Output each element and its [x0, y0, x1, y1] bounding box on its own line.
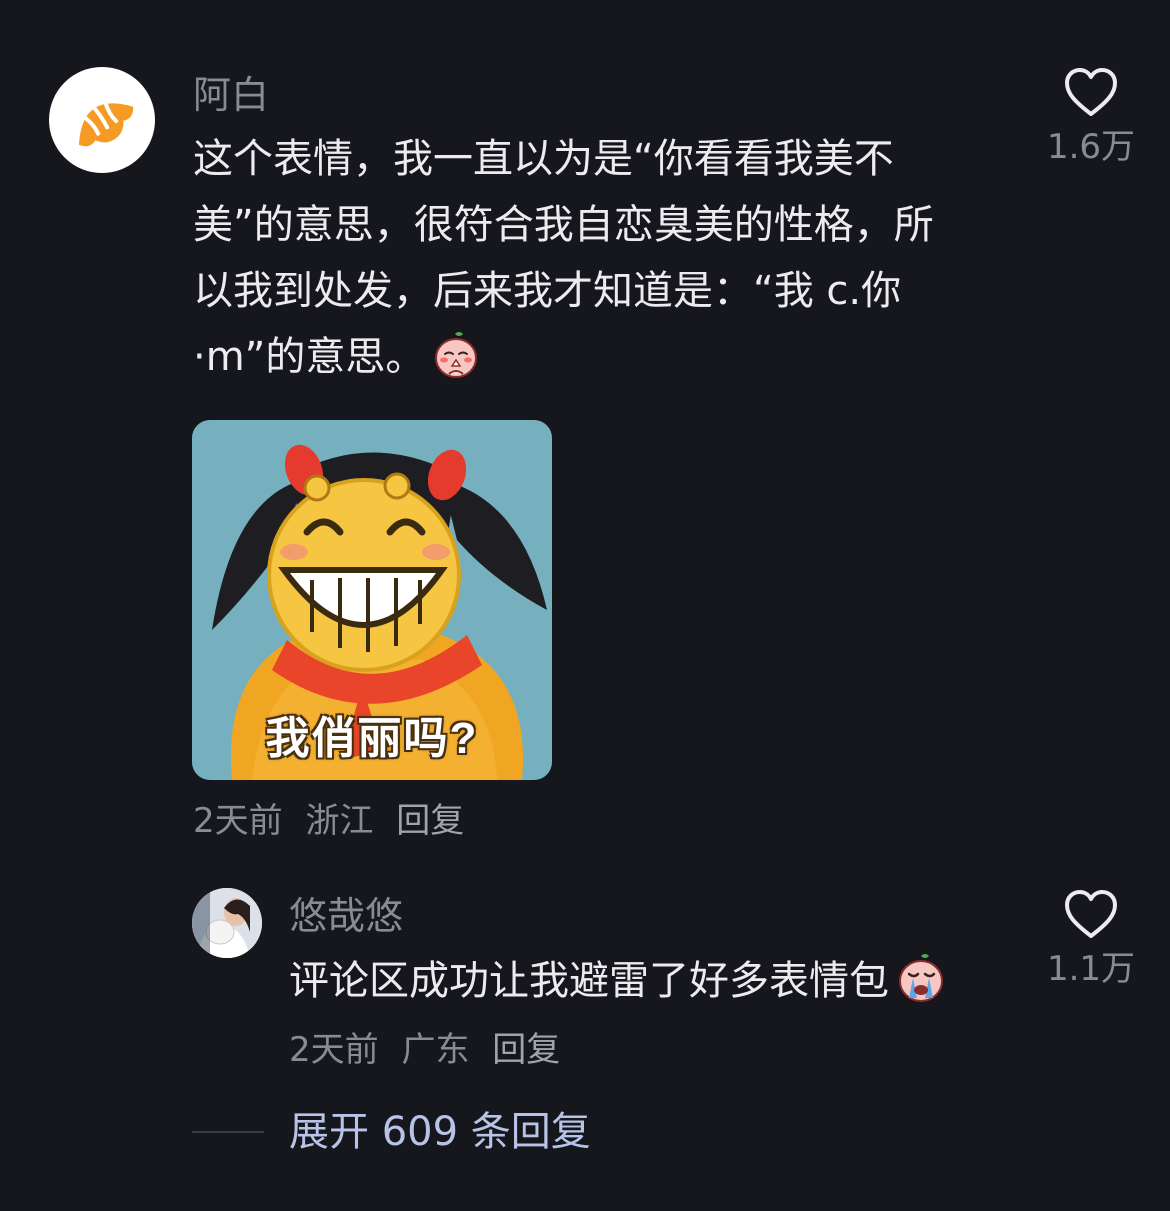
- reply-text: 评论区成功让我避雷了好多表情包: [289, 948, 1009, 1024]
- comment-line: 美”的意思，很符合我自恋臭美的性格，所: [193, 202, 934, 248]
- reply-like-count: 1.1万: [1046, 949, 1136, 989]
- comment-line: 以我到处发，后来我才知道是：“我 c.你: [193, 268, 902, 314]
- user-photo-avatar: [192, 888, 262, 958]
- sticker-caption: 我俏丽吗?: [265, 714, 479, 763]
- expand-replies-button[interactable]: 展开 609 条回复: [289, 1108, 591, 1156]
- reply-time: 2天前: [289, 1030, 379, 1070]
- commenter-avatar[interactable]: [49, 67, 155, 173]
- like-count: 1.6万: [1046, 127, 1136, 167]
- reply-location: 广东: [401, 1030, 470, 1070]
- comment-time: 2天前: [193, 801, 283, 841]
- comment-location: 浙江: [305, 801, 374, 841]
- commenter-username[interactable]: 阿白: [193, 72, 269, 118]
- comment-meta: 2天前 浙江 回复: [193, 800, 476, 842]
- crying-bun-emoji: [895, 952, 947, 1024]
- heart-icon: [1065, 68, 1117, 116]
- comment-line-text: ·m”的意思。: [193, 334, 426, 380]
- reply-meta: 2天前 广东 回复: [289, 1029, 572, 1071]
- reply-button[interactable]: 回复: [396, 801, 464, 841]
- like-button[interactable]: 1.6万: [1036, 68, 1146, 168]
- comment-line: 这个表情，我一直以为是“你看看我美不: [193, 136, 894, 182]
- reply-like-button[interactable]: 1.1万: [1036, 890, 1146, 990]
- meme-sticker-image[interactable]: 我俏丽吗?: [192, 420, 552, 780]
- heart-icon: [1065, 890, 1117, 938]
- expand-divider: [192, 1131, 264, 1133]
- reply-username[interactable]: 悠哉悠: [289, 893, 403, 939]
- comment-text: 这个表情，我一直以为是“你看看我美不 美”的意思，很符合我自恋臭美的性格，所 以…: [193, 126, 1003, 390]
- comment-line-last: ·m”的意思。: [193, 324, 1003, 390]
- praying-bun-emoji: [431, 330, 481, 400]
- reply-text-content: 评论区成功让我避雷了好多表情包: [289, 958, 889, 1004]
- reply-avatar[interactable]: [192, 888, 262, 958]
- comment-thread: 阿白 这个表情，我一直以为是“你看看我美不 美”的意思，很符合我自恋臭美的性格，…: [0, 0, 1170, 1211]
- reply-reply-button[interactable]: 回复: [492, 1030, 560, 1070]
- croissant-icon: [78, 99, 134, 147]
